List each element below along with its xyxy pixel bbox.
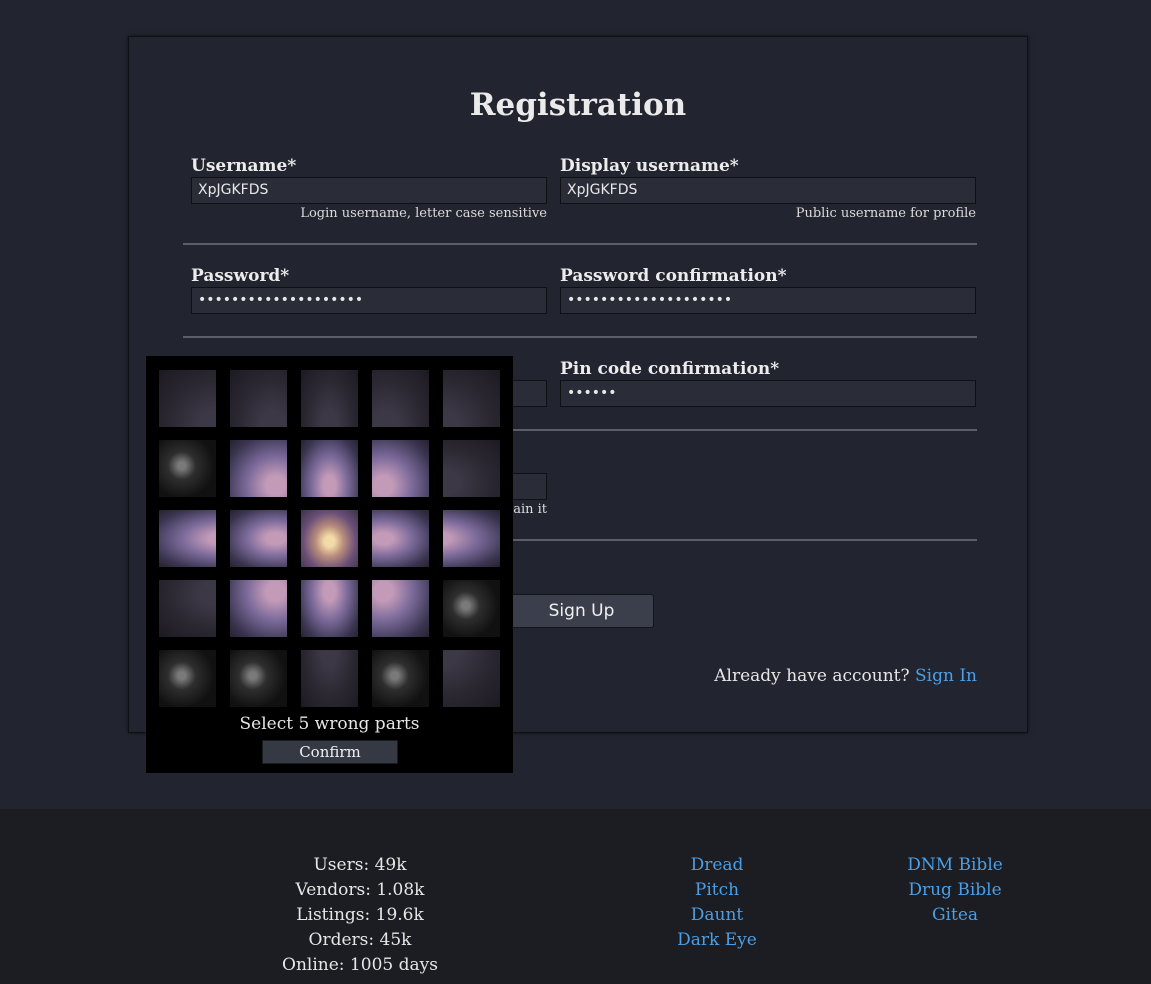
captcha-tile[interactable] [230,370,287,427]
username-input[interactable]: XpJGKFDS [191,177,547,204]
captcha-tile[interactable] [443,580,500,637]
captcha-tile[interactable] [443,650,500,707]
stat-listings: Listings: 19.6k [296,905,424,925]
footer-link-gitea[interactable]: Gitea [895,903,1015,928]
divider [183,336,977,338]
captcha-tile[interactable] [230,650,287,707]
captcha-confirm-button[interactable]: Confirm [262,740,398,764]
footer-links-b: DNM Bible Drug Bible Gitea [895,853,1015,928]
stat-orders: Orders: 45k [308,930,412,950]
captcha-tile[interactable] [372,580,429,637]
captcha-tile[interactable] [372,370,429,427]
display-username-hint: Public username for profile [795,206,976,221]
captcha-tile[interactable] [301,370,358,427]
page-title: Registration [469,87,687,123]
captcha-tile[interactable] [443,510,500,567]
footer-link-dread[interactable]: Dread [657,853,777,878]
display-username-label: Display username* [560,156,739,176]
captcha-tile[interactable] [230,510,287,567]
footer-link-pitch[interactable]: Pitch [657,878,777,903]
footer-stats: Users: 49k Vendors: 1.08k Listings: 19.6… [260,853,460,978]
username-hint: Login username, letter case sensitive [300,206,547,221]
password-label: Password* [191,266,290,286]
stat-vendors: Vendors: 1.08k [295,880,425,900]
password-confirmation-label: Password confirmation* [560,266,787,286]
captcha-tile[interactable] [301,580,358,637]
stat-online: Online: 1005 days [282,955,438,975]
footer-link-drug-bible[interactable]: Drug Bible [895,878,1015,903]
captcha-tile[interactable] [372,440,429,497]
footer-link-dnm-bible[interactable]: DNM Bible [895,853,1015,878]
captcha-tile[interactable] [159,510,216,567]
captcha-tile[interactable] [443,370,500,427]
footer-link-daunt[interactable]: Daunt [657,903,777,928]
footer: Users: 49k Vendors: 1.08k Listings: 19.6… [0,809,1151,984]
captcha-instruction: Select 5 wrong parts [239,714,420,734]
username-label: Username* [191,156,297,176]
captcha-tile[interactable] [159,370,216,427]
captcha-tile[interactable] [301,510,358,567]
divider [183,243,977,245]
captcha-tile[interactable] [159,650,216,707]
display-username-input[interactable]: XpJGKFDS [560,177,976,204]
captcha-tile[interactable] [230,580,287,637]
captcha-tile[interactable] [301,650,358,707]
stat-users: Users: 49k [313,855,407,875]
pin-code-confirmation-label: Pin code confirmation* [560,359,780,379]
already-text: Already have account? [714,666,910,686]
password-input[interactable]: •••••••••••••••••••• [191,287,547,314]
captcha-tile[interactable] [443,440,500,497]
already-have-account: Already have account? Sign In [714,666,977,686]
pin-code-confirmation-input[interactable]: •••••• [560,380,976,407]
captcha-tile[interactable] [159,440,216,497]
captcha-tile[interactable] [159,580,216,637]
password-confirmation-input[interactable]: •••••••••••••••••••• [560,287,976,314]
captcha-tile[interactable] [372,510,429,567]
captcha-tile[interactable] [230,440,287,497]
footer-links-a: Dread Pitch Daunt Dark Eye [657,853,777,953]
footer-link-dark-eye[interactable]: Dark Eye [657,928,777,953]
captcha-tile[interactable] [301,440,358,497]
sign-up-button[interactable]: Sign Up [509,594,654,628]
captcha-tile[interactable] [372,650,429,707]
sign-in-link[interactable]: Sign In [915,666,977,686]
captcha-popup: Select 5 wrong parts Confirm [146,356,513,773]
